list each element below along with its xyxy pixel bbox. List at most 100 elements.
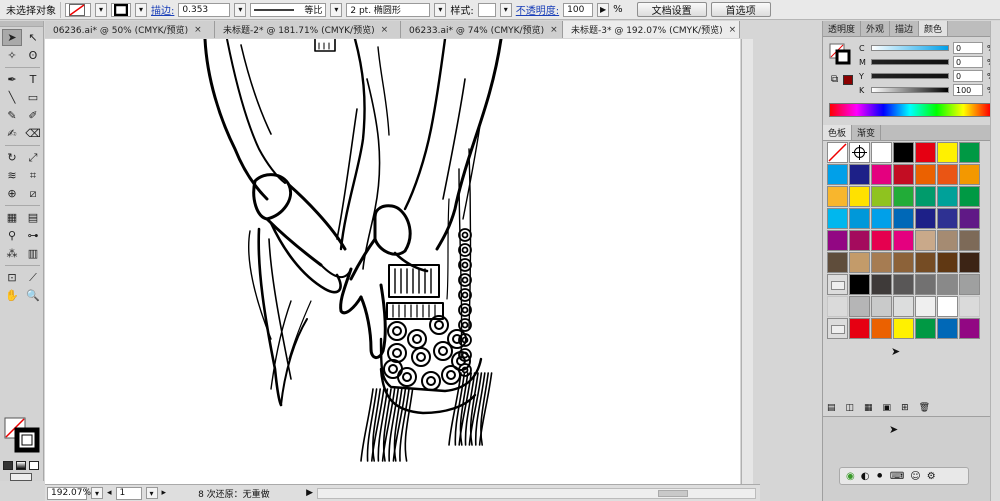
- blob-brush-icon[interactable]: ✍: [2, 125, 22, 142]
- symbol-sprayer-icon[interactable]: ⁂: [2, 245, 22, 262]
- opacity-input[interactable]: 100: [563, 2, 594, 17]
- stroke-weight-input[interactable]: 0.353: [178, 2, 231, 17]
- swatch[interactable]: [937, 296, 958, 317]
- swatch[interactable]: [871, 274, 892, 295]
- swatch[interactable]: [893, 164, 914, 185]
- shape-builder-icon[interactable]: ⊕: [2, 185, 22, 202]
- swatch[interactable]: [915, 142, 936, 163]
- new-swatch-icon[interactable]: ⊞: [901, 403, 909, 413]
- swatch[interactable]: [959, 274, 980, 295]
- swatch[interactable]: [871, 142, 892, 163]
- variable-width-profile[interactable]: 等比: [250, 2, 327, 17]
- swatch[interactable]: [893, 318, 914, 339]
- swatch[interactable]: [871, 318, 892, 339]
- tab-gradient[interactable]: 渐变: [852, 125, 882, 140]
- profile-dropdown[interactable]: ▾: [330, 2, 343, 17]
- swatch[interactable]: [849, 164, 870, 185]
- scale-icon[interactable]: ⤢: [23, 149, 43, 166]
- tab-doc-1[interactable]: 06236.ai* @ 50% (CMYK/预览) ×: [45, 21, 215, 38]
- swatch[interactable]: [827, 186, 848, 207]
- tab-doc-3[interactable]: 06233.ai* @ 74% (CMYK/预览) ×: [401, 21, 563, 38]
- tab-color[interactable]: 颜色: [919, 21, 949, 36]
- tab-appearance[interactable]: 外观: [861, 21, 891, 36]
- swatch-none[interactable]: [827, 142, 848, 163]
- channel-value[interactable]: 0: [953, 56, 983, 68]
- swatch[interactable]: [959, 164, 980, 185]
- select-icon[interactable]: ➤: [2, 29, 22, 46]
- swatch[interactable]: [915, 164, 936, 185]
- swatch[interactable]: [915, 274, 936, 295]
- swatch-group-folder-icon[interactable]: [827, 274, 848, 295]
- swatch[interactable]: [959, 252, 980, 273]
- artboard-icon[interactable]: ⊡: [2, 269, 22, 286]
- swatch[interactable]: [915, 186, 936, 207]
- swatch[interactable]: [827, 230, 848, 251]
- opacity-dropdown[interactable]: ▶: [597, 2, 610, 17]
- gradient-icon[interactable]: ▤: [23, 209, 43, 226]
- swatch[interactable]: [893, 230, 914, 251]
- swatch[interactable]: [893, 252, 914, 273]
- rotate-icon[interactable]: ↻: [2, 149, 22, 166]
- swatch[interactable]: [959, 208, 980, 229]
- color-spectrum-bar[interactable]: [829, 103, 991, 117]
- swatch[interactable]: [959, 318, 980, 339]
- tab-stroke[interactable]: 描边: [890, 21, 920, 36]
- swatch[interactable]: [915, 318, 936, 339]
- fill-swatch[interactable]: [65, 2, 91, 17]
- swatch[interactable]: [937, 164, 958, 185]
- paintbrush-icon[interactable]: ✎: [2, 107, 22, 124]
- vertical-scrollbar[interactable]: [741, 39, 753, 484]
- swatch[interactable]: [849, 230, 870, 251]
- channel-slider[interactable]: [871, 59, 949, 65]
- channel-value[interactable]: 100: [953, 84, 983, 96]
- swatch[interactable]: [893, 274, 914, 295]
- graph-icon[interactable]: ▥: [23, 245, 43, 262]
- none-button[interactable]: [29, 461, 39, 470]
- lasso-icon[interactable]: ʘ: [23, 47, 43, 64]
- tab-swatches[interactable]: 色板: [823, 125, 853, 140]
- swatch[interactable]: [849, 318, 870, 339]
- stroke-label[interactable]: 描边:: [151, 2, 174, 17]
- ime-toolbar[interactable]: ◉ ◐ ⚫ ⌨ ☺ ⚙: [839, 467, 969, 485]
- graphic-style-swatch[interactable]: [477, 2, 496, 17]
- zoom-icon[interactable]: 🔍: [23, 287, 43, 304]
- tab-doc-2[interactable]: 未标题-2* @ 181.71% (CMYK/预览) ×: [215, 21, 401, 38]
- next-artboard-icon[interactable]: ▸: [162, 488, 167, 498]
- slice-icon[interactable]: ⟋: [23, 269, 43, 286]
- swatch[interactable]: [849, 252, 870, 273]
- artboard-number-field[interactable]: 1: [115, 486, 142, 500]
- panel-scrollbar[interactable]: [990, 21, 1000, 501]
- swatch[interactable]: [937, 230, 958, 251]
- artboard-canvas[interactable]: [45, 39, 740, 484]
- screen-mode-button[interactable]: [10, 473, 32, 481]
- stroke-dropdown[interactable]: ▾: [135, 2, 147, 17]
- swatch[interactable]: [937, 142, 958, 163]
- swatch[interactable]: [937, 274, 958, 295]
- stroke-swatch[interactable]: [111, 2, 131, 17]
- zoom-field[interactable]: 192.07%: [47, 486, 91, 500]
- swatch[interactable]: [893, 296, 914, 317]
- swatch[interactable]: [893, 208, 914, 229]
- blend-icon[interactable]: ⊶: [23, 227, 43, 244]
- status-menu-icon[interactable]: ▶: [306, 488, 313, 498]
- fill-stroke-widget[interactable]: [4, 417, 40, 453]
- preferences-button[interactable]: 首选项: [710, 2, 771, 17]
- close-icon[interactable]: ×: [194, 25, 202, 35]
- swatch[interactable]: [915, 252, 936, 273]
- fill-dropdown[interactable]: ▾: [95, 2, 107, 17]
- hand-icon[interactable]: ✋: [2, 287, 22, 304]
- eyedropper-icon[interactable]: ⚲: [2, 227, 22, 244]
- swatch[interactable]: [915, 208, 936, 229]
- swatch-options-icon[interactable]: ▦: [864, 403, 873, 413]
- swatch[interactable]: [827, 208, 848, 229]
- artboard-dropdown[interactable]: ▾: [145, 487, 158, 499]
- swatch[interactable]: [959, 186, 980, 207]
- tab-transparency[interactable]: 透明度: [823, 21, 862, 36]
- swatch[interactable]: [959, 142, 980, 163]
- free-transform-icon[interactable]: ⌗: [23, 167, 43, 184]
- mesh-icon[interactable]: ▦: [2, 209, 22, 226]
- swatch-group-folder-icon[interactable]: [827, 318, 848, 339]
- direct-select-icon[interactable]: ↖: [23, 29, 43, 46]
- swatch[interactable]: [893, 186, 914, 207]
- swatch[interactable]: [915, 296, 936, 317]
